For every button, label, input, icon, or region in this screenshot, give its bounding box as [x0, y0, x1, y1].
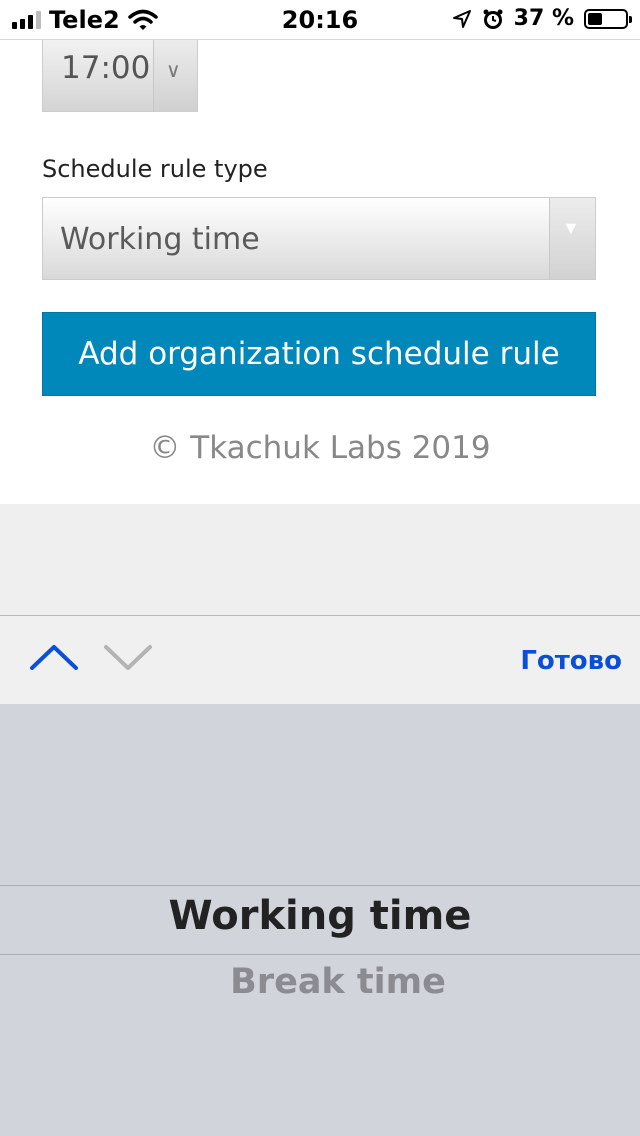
- triangle-down-icon: ▼: [562, 218, 580, 238]
- chevron-down-icon: ∨: [166, 60, 181, 82]
- time-select-arrow[interactable]: ∨: [153, 40, 197, 112]
- picker-option-selected[interactable]: Working time: [0, 893, 640, 939]
- done-button[interactable]: Готово: [520, 646, 622, 676]
- battery-icon: [584, 8, 632, 29]
- picker-selection-top-line: [0, 885, 640, 886]
- rule-type-arrow[interactable]: ▼: [549, 198, 595, 279]
- rule-type-select[interactable]: Working time ▼: [42, 197, 596, 280]
- location-icon: [452, 9, 471, 28]
- add-schedule-rule-button[interactable]: Add organization schedule rule: [42, 312, 596, 396]
- rule-type-value: Working time: [60, 222, 260, 257]
- time-select[interactable]: 17:00 ∨: [42, 40, 198, 112]
- time-select-value: 17:00: [61, 50, 151, 86]
- page-bottom-area: [0, 504, 640, 616]
- previous-field-chevron-up-icon[interactable]: [26, 632, 82, 682]
- copyright-footer: © Tkachuk Labs 2019: [149, 430, 491, 466]
- status-bar: Tele2 20:16 37 %: [0, 0, 640, 40]
- alarm-icon: [483, 9, 503, 29]
- next-field-chevron-down-icon[interactable]: [100, 632, 156, 682]
- picker-selection-bottom-line: [0, 954, 640, 955]
- rule-type-label: Schedule rule type: [42, 155, 268, 183]
- battery-percent: 37 %: [513, 6, 574, 31]
- picker-option[interactable]: Break time: [18, 962, 640, 1002]
